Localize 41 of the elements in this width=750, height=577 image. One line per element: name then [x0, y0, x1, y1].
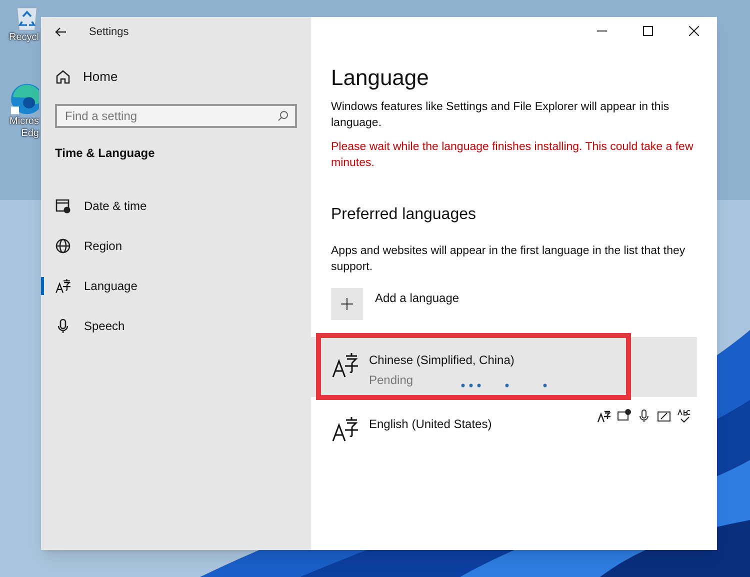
language-icon: [55, 278, 71, 294]
recycle-bin-icon[interactable]: [17, 6, 37, 32]
language-name: English (United States): [369, 416, 492, 433]
microphone-icon: [55, 318, 71, 334]
nav-item[interactable]: Speech: [41, 306, 311, 346]
section-heading: Preferred languages: [331, 205, 477, 225]
language-icon: [331, 351, 359, 379]
maximize-icon: [643, 26, 653, 36]
status-text: Pending: [369, 372, 414, 389]
language-name: Chinese (Simplified, China): [369, 352, 514, 369]
home-link[interactable]: Home: [83, 67, 118, 87]
language-icon: [331, 415, 359, 443]
page-title: Language: [331, 64, 430, 92]
language-pack-icon: [597, 409, 611, 423]
desktop-icon-label: Edg: [21, 128, 39, 140]
search-icon[interactable]: [277, 110, 289, 122]
display-icon: [617, 409, 631, 423]
globe-icon: [55, 238, 71, 254]
description-text: Apps and websites will appear in the first language in the list that they support.: [331, 244, 686, 275]
home-icon[interactable]: [55, 69, 71, 85]
nav-item[interactable]: Region: [41, 226, 311, 266]
microphone-icon: [637, 409, 651, 423]
desktop-icon-label: Micros: [10, 116, 39, 128]
desktop-icon-label: Recycl: [8, 32, 39, 44]
spellcheck-icon: [677, 409, 691, 423]
back-arrow-icon[interactable]: [55, 26, 67, 38]
add-language-link[interactable]: Add a language: [375, 289, 460, 307]
add-button[interactable]: [331, 288, 363, 320]
section-heading: Time & Language: [54, 145, 156, 162]
intro-text: Windows features like Settings and File Explorer will appear in this language.: [331, 100, 670, 131]
handwriting-icon: [657, 409, 671, 423]
calendar-clock-icon: [55, 198, 71, 214]
language-row[interactable]: Chinese (Simplified, China) Pending: [311, 337, 697, 397]
window-title: Settings: [89, 24, 129, 40]
close-icon: [689, 26, 699, 36]
plus-icon: [341, 298, 353, 310]
browser-icon[interactable]: [11, 82, 39, 116]
warning-text: Please wait while the language finishes installing. This could take a few minutes.: [331, 140, 694, 171]
search-field[interactable]: Find a setting: [55, 104, 297, 128]
nav-item[interactable]: Date & time: [41, 186, 311, 226]
selection-bar: [41, 277, 44, 295]
